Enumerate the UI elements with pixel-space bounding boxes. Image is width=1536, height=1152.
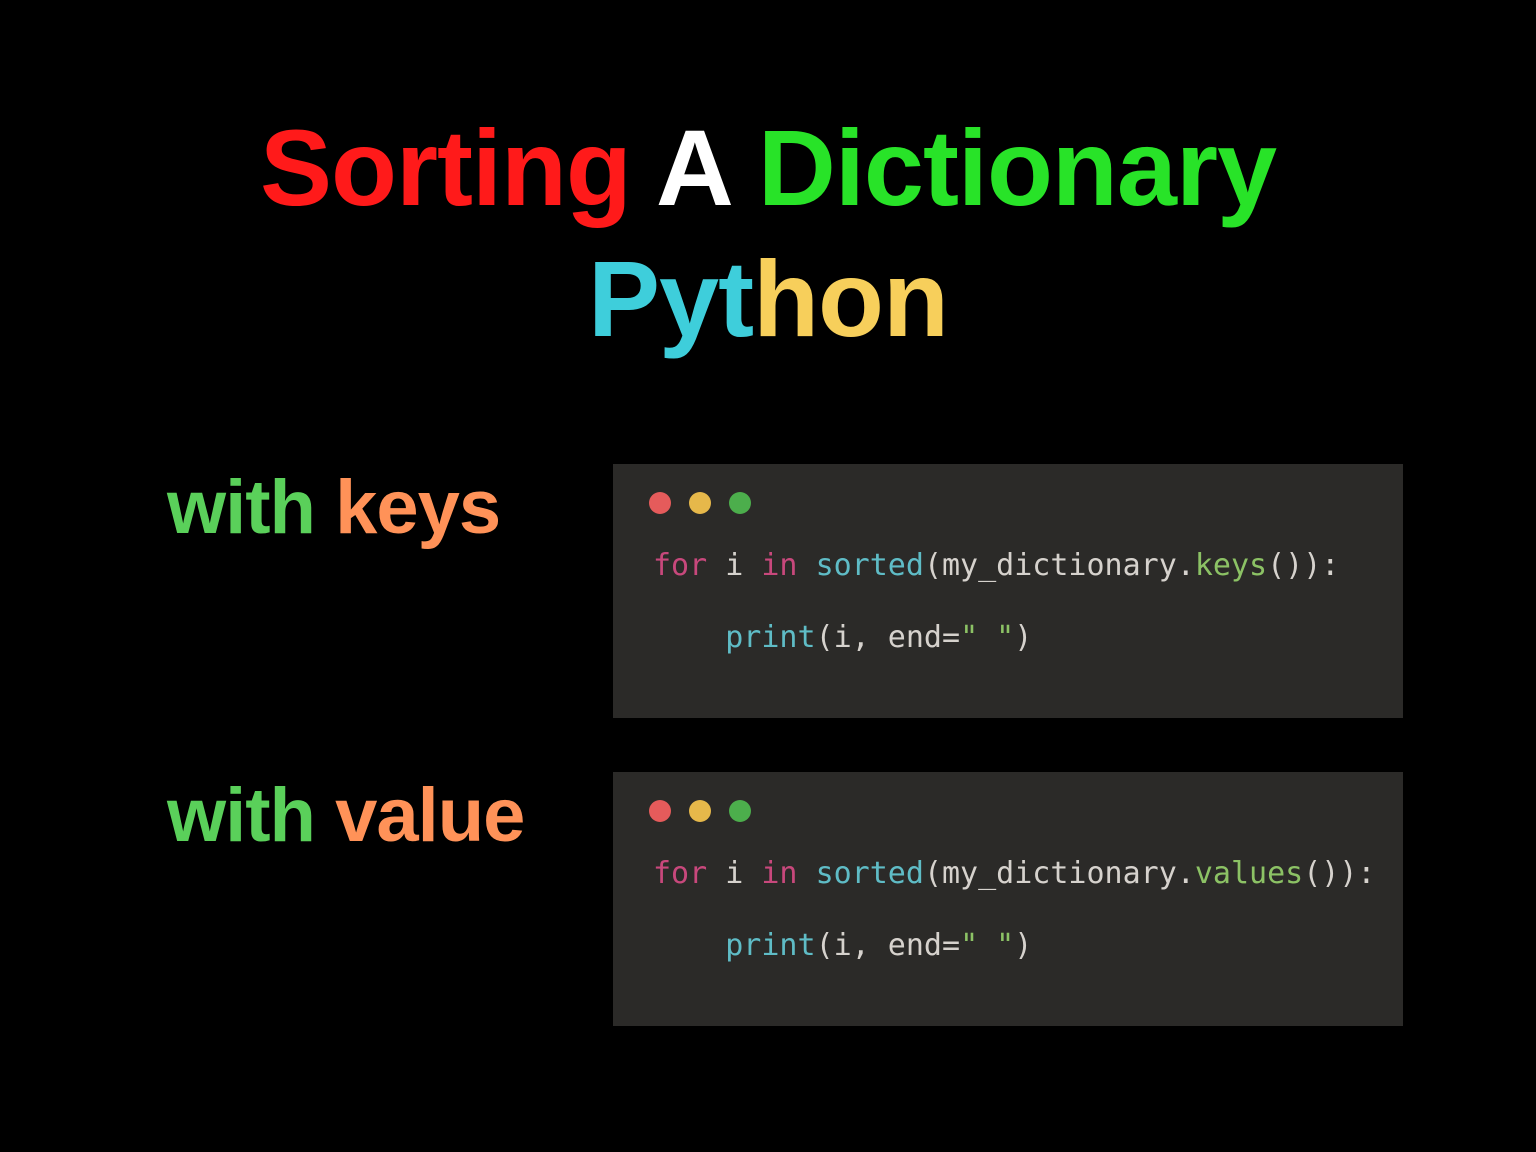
minimize-icon (689, 800, 711, 822)
example-row-keys: with keys for i in sorted(my_dictionary.… (133, 464, 1403, 551)
kw-for-2: for (653, 856, 707, 891)
window-controls-2 (613, 772, 1403, 822)
example-row-value: with value for i in sorted(my_dictionary… (133, 772, 1403, 859)
kw-in-1: in (761, 548, 797, 583)
close-icon (649, 800, 671, 822)
close-icon (649, 492, 671, 514)
label-with-1: with (167, 465, 315, 550)
row-label-value: with value (133, 772, 593, 859)
attr-values: values (1195, 856, 1303, 891)
args-open-1: (i, end= (816, 620, 961, 655)
slide-title: Sorting A Dictionary Python (133, 96, 1403, 356)
minimize-icon (689, 492, 711, 514)
fn-print-2: print (725, 928, 815, 963)
args-open-2: (i, end= (816, 928, 961, 963)
code-window-value: for i in sorted(my_dictionary.values()):… (613, 772, 1403, 1026)
sp-1 (798, 548, 816, 583)
kw-in-2: in (761, 856, 797, 891)
str-2: " " (960, 928, 1014, 963)
title-python-part2: hon (753, 238, 948, 359)
label-with-2: with (167, 773, 315, 858)
label-value: value (335, 773, 524, 858)
open-1: (my_dictionary. (924, 548, 1195, 583)
indent-2 (653, 928, 725, 963)
str-1: " " (960, 620, 1014, 655)
var-i-1: i (707, 548, 761, 583)
args-close-2: ) (1014, 928, 1032, 963)
title-word-sorting: Sorting (260, 107, 631, 228)
window-controls-1 (613, 464, 1403, 514)
indent-1 (653, 620, 725, 655)
fn-sorted-1: sorted (816, 548, 924, 583)
title-line-2: Python (133, 242, 1403, 355)
close-2: ()): (1303, 856, 1375, 891)
title-word-dictionary: Dictionary (758, 107, 1276, 228)
sp-2 (798, 856, 816, 891)
row-label-keys: with keys (133, 464, 593, 551)
label-keys: keys (335, 465, 500, 550)
close-1: ()): (1267, 548, 1339, 583)
code-window-keys: for i in sorted(my_dictionary.keys()): p… (613, 464, 1403, 718)
fn-sorted-2: sorted (816, 856, 924, 891)
zoom-icon (729, 492, 751, 514)
title-python-part1: Pyt (588, 238, 753, 359)
open-2: (my_dictionary. (924, 856, 1195, 891)
code-block-keys: for i in sorted(my_dictionary.keys()): p… (613, 514, 1403, 656)
attr-keys: keys (1195, 548, 1267, 583)
fn-print-1: print (725, 620, 815, 655)
args-close-1: ) (1014, 620, 1032, 655)
code-block-value: for i in sorted(my_dictionary.values()):… (613, 822, 1403, 964)
var-i-2: i (707, 856, 761, 891)
zoom-icon (729, 800, 751, 822)
title-line-1: Sorting A Dictionary (133, 111, 1403, 224)
slide-canvas: Sorting A Dictionary Python with keys fo… (133, 96, 1403, 1048)
title-word-a: A (656, 107, 729, 228)
kw-for-1: for (653, 548, 707, 583)
